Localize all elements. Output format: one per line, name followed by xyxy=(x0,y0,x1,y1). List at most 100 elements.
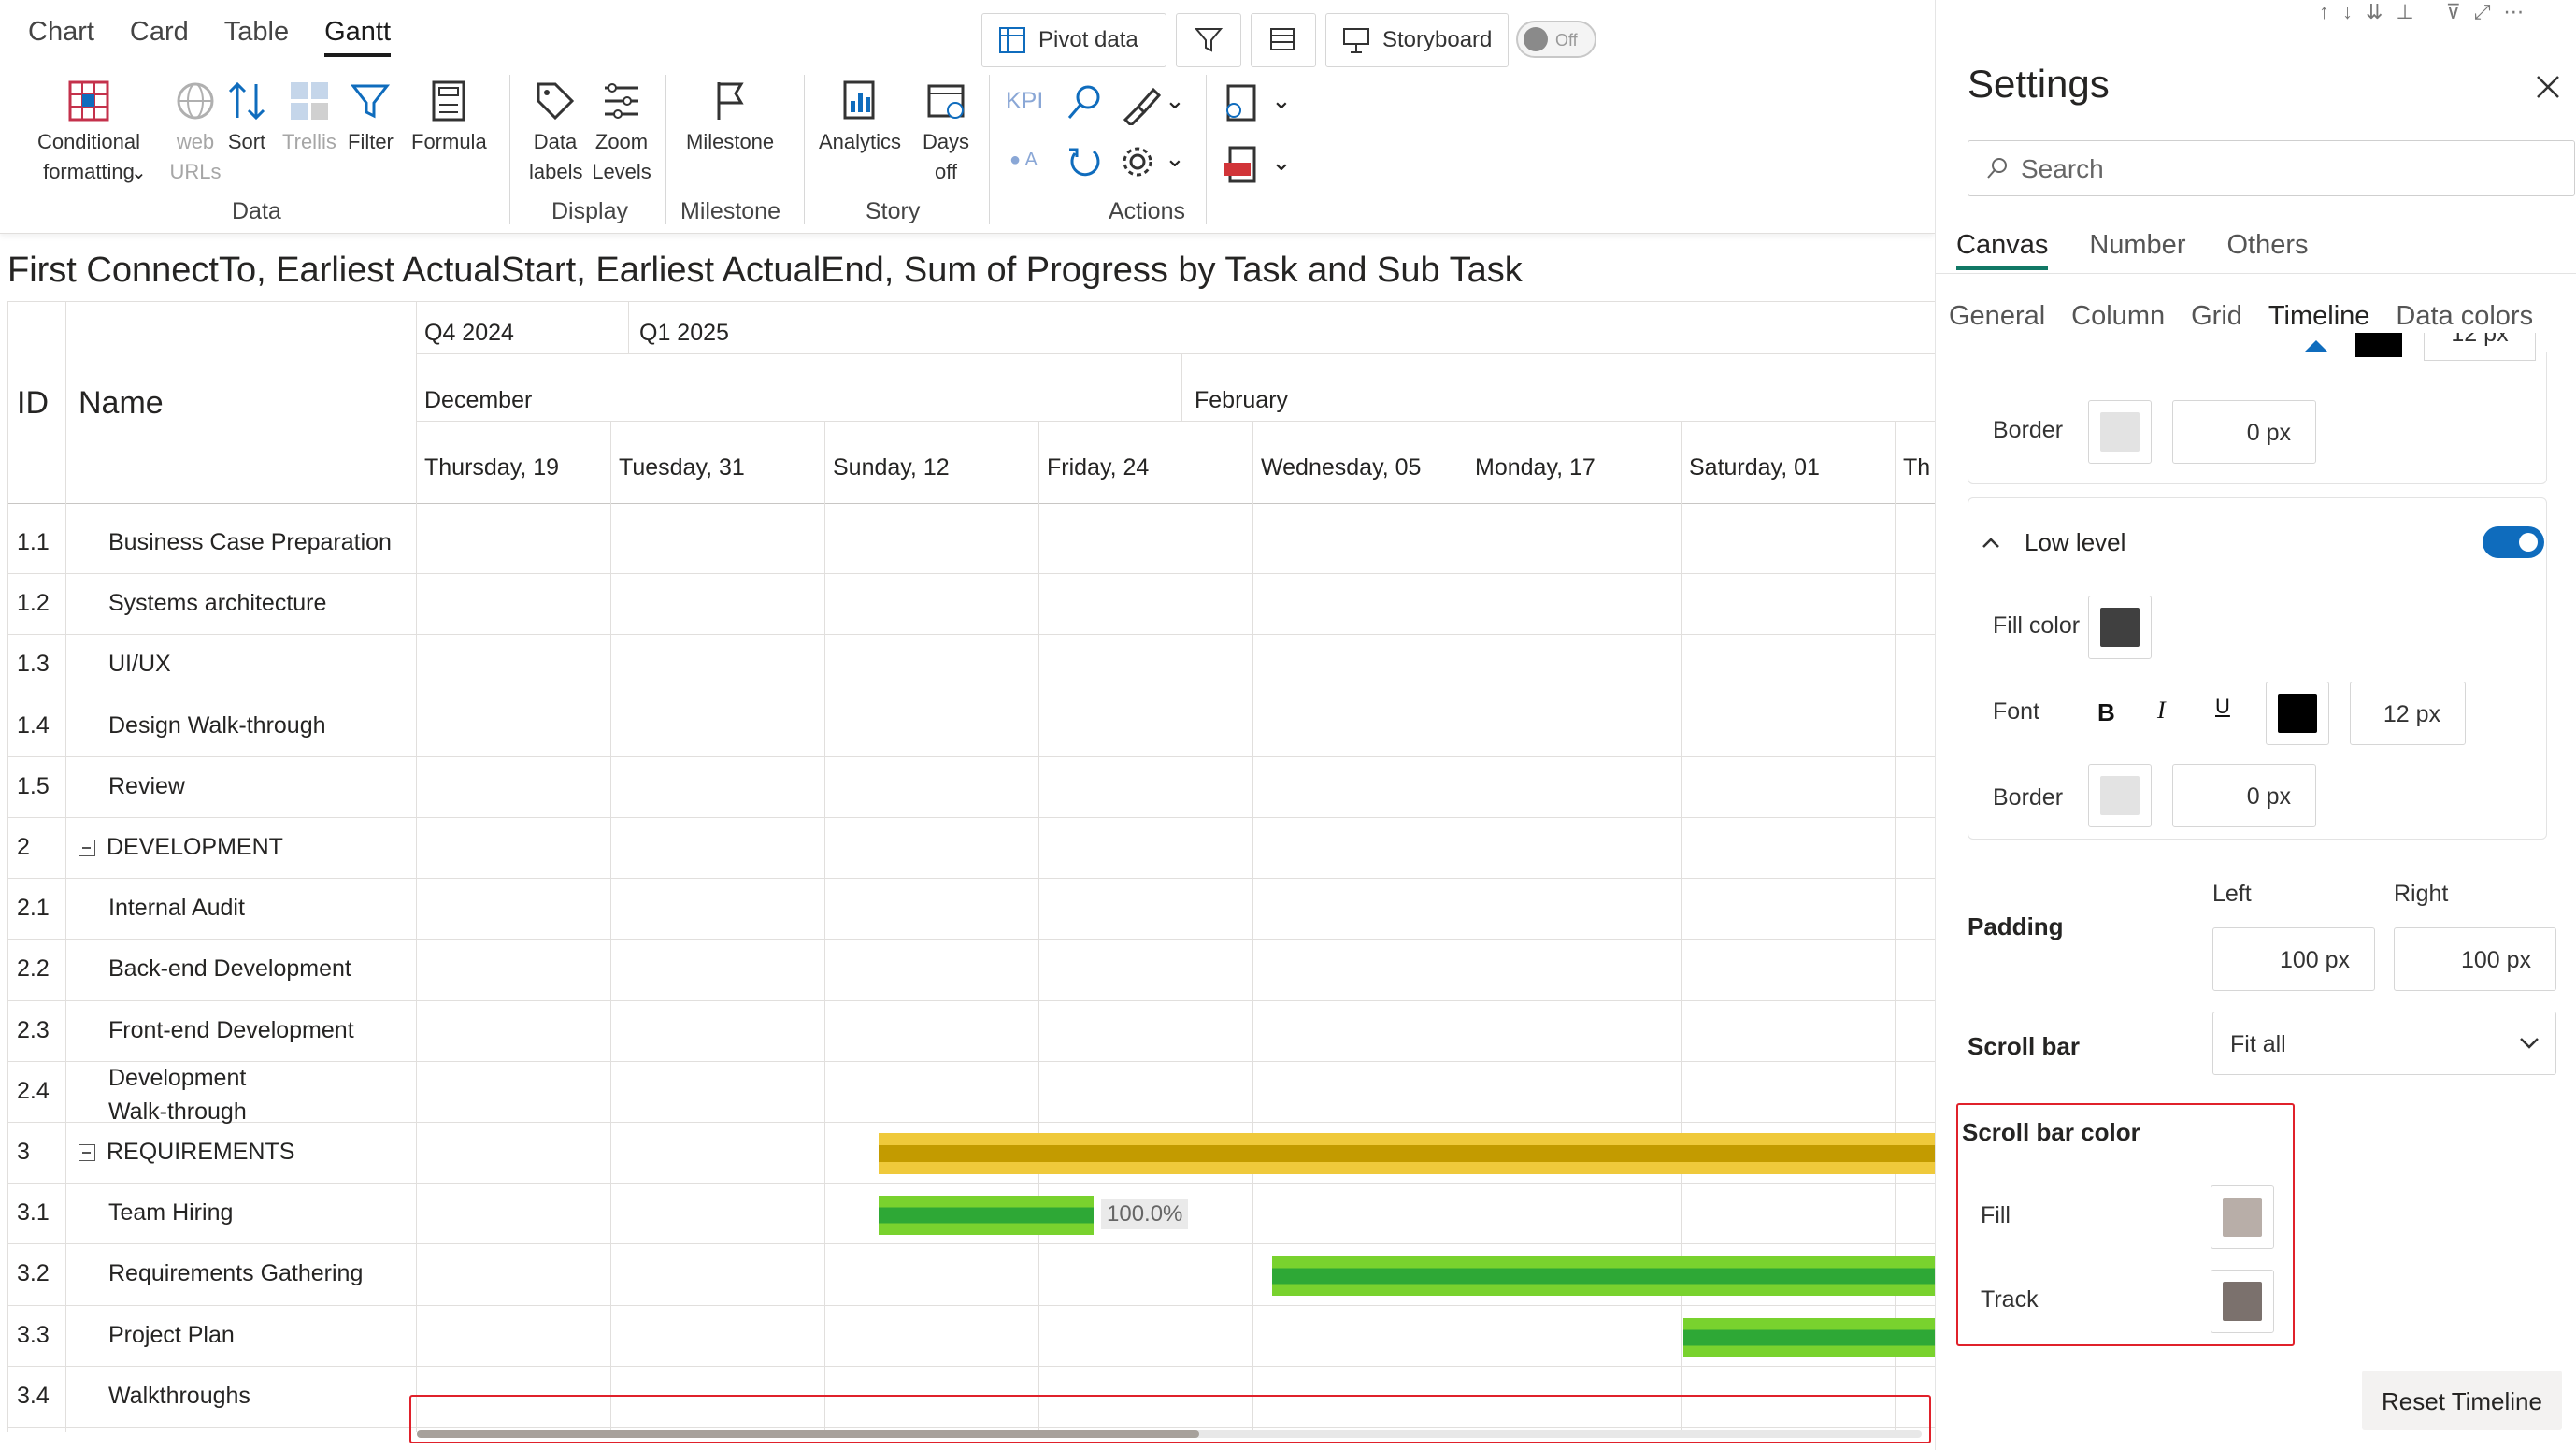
chevron-down-icon[interactable]: ⌄ xyxy=(1271,148,1292,177)
filter-button[interactable]: Filter xyxy=(348,79,394,157)
progress-label: 100.0% xyxy=(1101,1199,1189,1230)
tab-chart[interactable]: Chart xyxy=(28,17,94,57)
scroll-bar-select[interactable]: Fit all xyxy=(2212,1012,2556,1075)
web-urls-button[interactable]: web URLs xyxy=(168,79,222,187)
collapse-icon[interactable] xyxy=(79,1144,95,1161)
row-line xyxy=(7,999,1935,1001)
chevron-down-icon[interactable]: ⌄ xyxy=(1165,144,1185,173)
font-size-input[interactable]: 12 px xyxy=(2350,682,2466,745)
brush-icon[interactable] xyxy=(1120,84,1161,125)
border-width-input[interactable]: 0 px xyxy=(2172,400,2316,464)
search-placeholder: Search xyxy=(2021,154,2104,183)
padding-right-input[interactable]: 100 px xyxy=(2394,927,2556,991)
settings-search-input[interactable]: Search xyxy=(1968,140,2575,196)
date-label: Friday, 24 xyxy=(1047,454,1150,481)
chevron-down-icon[interactable]: ⌄ xyxy=(1165,86,1185,115)
sort-button[interactable]: Sort xyxy=(224,79,269,157)
subtab-general[interactable]: General xyxy=(1949,301,2045,332)
border-width-input[interactable]: 0 px xyxy=(2172,764,2316,827)
scroll-bar-color-section: Scroll bar color Fill Track xyxy=(1956,1103,2295,1346)
name-column-header[interactable]: Name xyxy=(79,385,164,422)
border-color-swatch[interactable] xyxy=(2088,400,2152,464)
table-edit-icon xyxy=(1270,28,1295,50)
scroll-fill-swatch[interactable] xyxy=(2211,1185,2274,1249)
scrollbar-thumb[interactable] xyxy=(417,1430,1199,1438)
zoom-levels-button[interactable]: Zoom Levels xyxy=(589,79,654,187)
search-icon[interactable] xyxy=(1064,82,1105,123)
group-separator xyxy=(665,75,666,224)
padding-left-input[interactable]: 100 px xyxy=(2212,927,2375,991)
refresh-icon[interactable] xyxy=(1066,142,1103,179)
tab-table[interactable]: Table xyxy=(224,17,289,57)
reset-timeline-button[interactable]: Reset Timeline xyxy=(2362,1371,2562,1430)
row-name: Back-end Development xyxy=(108,952,351,985)
subtab-grid[interactable]: Grid xyxy=(2191,301,2242,332)
fill-color-swatch[interactable] xyxy=(2088,596,2152,659)
filter-settings-button[interactable] xyxy=(1176,13,1241,67)
filter-label: Filter xyxy=(348,130,394,153)
task-bar-project-plan[interactable] xyxy=(1683,1317,1935,1357)
font-color-swatch[interactable] xyxy=(2266,682,2329,745)
analytics-button[interactable]: Analytics xyxy=(819,79,901,157)
close-icon[interactable] xyxy=(2534,73,2562,101)
row-name-text: Back-end Development xyxy=(108,955,351,983)
horizontal-scrollbar[interactable] xyxy=(409,1395,1931,1443)
kpi-button[interactable]: KPI xyxy=(1006,88,1043,115)
subtab-timeline[interactable]: Timeline xyxy=(2268,301,2370,332)
tab-card[interactable]: Card xyxy=(130,17,189,57)
underline-button[interactable]: U xyxy=(2215,695,2230,719)
chevron-down-icon[interactable]: ⌄ xyxy=(1271,86,1292,115)
low-level-toggle[interactable] xyxy=(2483,526,2544,558)
group-separator xyxy=(1206,75,1207,224)
subtab-column[interactable]: Column xyxy=(2071,301,2165,332)
bold-button[interactable]: B xyxy=(2097,698,2115,727)
row-id: 2.2 xyxy=(17,955,50,983)
row-line xyxy=(7,1122,1935,1123)
row-name: Review xyxy=(108,769,185,803)
summary-bar-requirements[interactable] xyxy=(879,1133,1935,1174)
scroll-bar-label: Scroll bar xyxy=(1968,1032,2080,1060)
font-color-swatch[interactable] xyxy=(2355,333,2402,357)
tab-others[interactable]: Others xyxy=(2226,230,2308,270)
row-name: Requirements Gathering xyxy=(108,1256,363,1290)
milestone-label: Milestone xyxy=(686,130,775,153)
tab-number[interactable]: Number xyxy=(2089,230,2185,270)
panel-toolbar-icons[interactable]: ↑↓⇊⊥ ⊽⤢⋯ xyxy=(2319,0,2537,24)
row-name-text: Business Case Preparation xyxy=(108,529,392,555)
data-labels-button[interactable]: Data labels xyxy=(529,79,582,187)
chevron-down-icon[interactable]: ⌄ xyxy=(131,161,147,184)
export-settings-icon[interactable] xyxy=(1221,82,1262,123)
edit-table-button[interactable] xyxy=(1251,13,1316,67)
border-color-swatch[interactable] xyxy=(2088,764,2152,827)
row-id: 2 xyxy=(17,834,30,860)
trellis-button[interactable]: Trellis xyxy=(282,79,336,157)
chevron-up-icon[interactable] xyxy=(1980,534,2002,553)
scroll-track-label: Track xyxy=(1981,1286,2039,1313)
font-label: Font xyxy=(1993,698,2040,725)
scroll-track-swatch[interactable] xyxy=(2211,1270,2274,1333)
days-off-button[interactable]: Days off xyxy=(918,79,974,187)
font-size-box[interactable]: 12 px xyxy=(2424,333,2536,361)
italic-button[interactable]: I xyxy=(2157,696,2166,725)
task-bar-team-hiring[interactable] xyxy=(879,1196,1094,1236)
row-id: 1.1 xyxy=(17,529,50,555)
pdf-icon[interactable] xyxy=(1221,144,1262,185)
tab-canvas[interactable]: Canvas xyxy=(1956,230,2049,270)
milestone-button[interactable]: Milestone xyxy=(686,79,774,157)
tab-gantt[interactable]: Gantt xyxy=(324,17,392,57)
filter-icon xyxy=(351,84,391,119)
subtab-data-colors[interactable]: Data colors xyxy=(2396,301,2533,332)
pivot-data-button[interactable]: Pivot data xyxy=(981,13,1166,67)
gear-icon[interactable] xyxy=(1120,144,1155,179)
formula-button[interactable]: Formula xyxy=(411,79,487,157)
border-label: Border xyxy=(1993,417,2064,443)
id-column-header[interactable]: ID xyxy=(17,385,49,422)
visual-tabs: Chart Card Table Gantt xyxy=(28,17,392,57)
row-line xyxy=(7,1060,1935,1062)
ai-label-button[interactable]: ● A xyxy=(1009,150,1038,171)
actions-group-label: Actions xyxy=(1109,198,1185,224)
toggle-switch[interactable]: Off xyxy=(1516,21,1596,58)
storyboard-button[interactable]: Storyboard xyxy=(1325,13,1509,67)
task-bar-requirements-gathering[interactable] xyxy=(1272,1256,1935,1297)
collapse-icon[interactable] xyxy=(79,840,95,856)
